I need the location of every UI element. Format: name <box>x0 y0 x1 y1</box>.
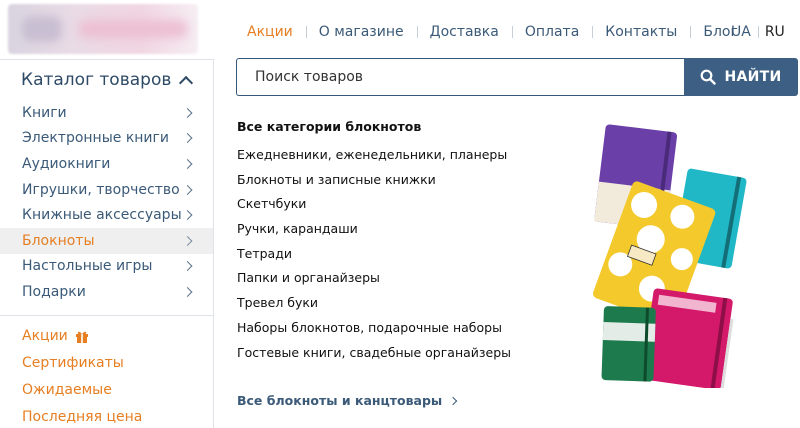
special-link-promotions[interactable]: Акции <box>0 323 213 350</box>
nav-link-about[interactable]: О магазине <box>305 22 417 42</box>
special-link-label: Сертификаты <box>22 355 124 372</box>
search-button[interactable]: НАЙТИ <box>684 58 798 96</box>
top-navigation: Акции О магазине Доставка Оплата Контакт… <box>236 22 751 42</box>
catalog-item-book-accessories[interactable]: Книжные аксессуары <box>0 202 213 228</box>
special-link-label: Последняя цена <box>22 409 143 426</box>
lang-ua[interactable]: UA <box>731 22 759 42</box>
catalog-item-label: Аудиокниги <box>22 155 111 172</box>
submenu-list: Ежедневники, еженедельники, планеры Блок… <box>237 143 597 365</box>
catalog-item-gifts[interactable]: Подарки <box>0 279 213 305</box>
special-link-certificates[interactable]: Сертификаты <box>0 350 213 377</box>
special-link-expected[interactable]: Ожидаемые <box>0 377 213 404</box>
catalog-item-notebooks[interactable]: Блокноты <box>0 227 213 254</box>
chevron-right-icon <box>182 287 193 297</box>
catalog-item-label: Блокноты <box>22 232 95 249</box>
catalog-title: Каталог товаров <box>21 70 172 90</box>
submenu-item[interactable]: Тетради <box>237 242 597 267</box>
nav-link-contacts[interactable]: Контакты <box>592 22 690 42</box>
catalog-toggle[interactable]: Каталог товаров <box>0 60 213 100</box>
catalog-item-label: Игрушки, творчество <box>22 181 180 198</box>
submenu-item[interactable]: Тревел буки <box>237 291 597 316</box>
special-link-label: Акции <box>22 328 68 345</box>
catalog-item-audiobooks[interactable]: Аудиокниги <box>0 151 213 177</box>
special-link-label: Ожидаемые <box>22 382 112 399</box>
chevron-right-icon <box>182 261 193 272</box>
chevron-right-icon <box>448 396 458 405</box>
chevron-up-icon <box>178 75 194 91</box>
submenu-item[interactable]: Блокноты и записные книжки <box>237 168 597 193</box>
catalog-item-label: Книги <box>22 104 67 121</box>
special-links: Акции Сертификаты Ожидаемые Последняя це… <box>0 323 213 428</box>
catalog-sidebar: Каталог товаров Книги Электронные книги … <box>0 59 214 428</box>
submenu-heading[interactable]: Все категории блокнотов <box>237 116 597 138</box>
search-bar: НАЙТИ <box>236 58 798 96</box>
catalog-item-toys[interactable]: Игрушки, творчество <box>0 177 213 203</box>
chevron-right-icon <box>182 133 193 144</box>
notebooks-promo-image[interactable] <box>590 118 760 388</box>
submenu-item[interactable]: Гостевые книги, свадебные органайзеры <box>237 341 597 366</box>
nav-link-payment[interactable]: Оплата <box>511 22 592 42</box>
submenu-item[interactable]: Ручки, карандаши <box>237 217 597 242</box>
language-switcher: UA RU <box>731 22 785 42</box>
store-logo[interactable] <box>8 4 198 54</box>
all-notebooks-label: Все блокноты и канцтовары <box>237 393 443 408</box>
search-icon <box>701 69 717 85</box>
chevron-right-icon <box>182 235 193 246</box>
submenu-item[interactable]: Наборы блокнотов, подарочные наборы <box>237 316 597 341</box>
submenu-item[interactable]: Скетчбуки <box>237 192 597 217</box>
catalog-item-label: Настольные игры <box>22 258 153 275</box>
sidebar-divider <box>0 314 213 316</box>
catalog-item-books[interactable]: Книги <box>0 100 213 126</box>
catalog-item-board-games[interactable]: Настольные игры <box>0 254 213 280</box>
search-button-label: НАЙТИ <box>724 69 782 85</box>
chevron-right-icon <box>182 107 193 118</box>
gift-icon <box>75 329 89 344</box>
submenu-item[interactable]: Папки и органайзеры <box>237 266 597 291</box>
lang-ru[interactable]: RU <box>759 22 785 42</box>
search-input[interactable] <box>236 58 685 96</box>
catalog-item-label: Подарки <box>22 283 86 300</box>
special-link-last-price[interactable]: Последняя цена <box>0 404 213 428</box>
catalog-item-label: Книжные аксессуары <box>22 207 182 224</box>
nav-link-delivery[interactable]: Доставка <box>416 22 512 42</box>
catalog-item-label: Электронные книги <box>22 130 169 147</box>
catalog-item-ebooks[interactable]: Электронные книги <box>0 126 213 152</box>
all-notebooks-link[interactable]: Все блокноты и канцтовары <box>237 393 458 408</box>
catalog-menu: Книги Электронные книги Аудиокниги Игруш… <box>0 100 213 305</box>
chevron-right-icon <box>182 184 193 195</box>
submenu-item[interactable]: Ежедневники, еженедельники, планеры <box>237 143 597 168</box>
chevron-right-icon <box>182 159 193 169</box>
nav-link-promotions[interactable]: Акции <box>236 22 306 42</box>
notebooks-submenu: Все категории блокнотов Ежедневники, еже… <box>237 116 597 365</box>
chevron-right-icon <box>182 210 193 221</box>
